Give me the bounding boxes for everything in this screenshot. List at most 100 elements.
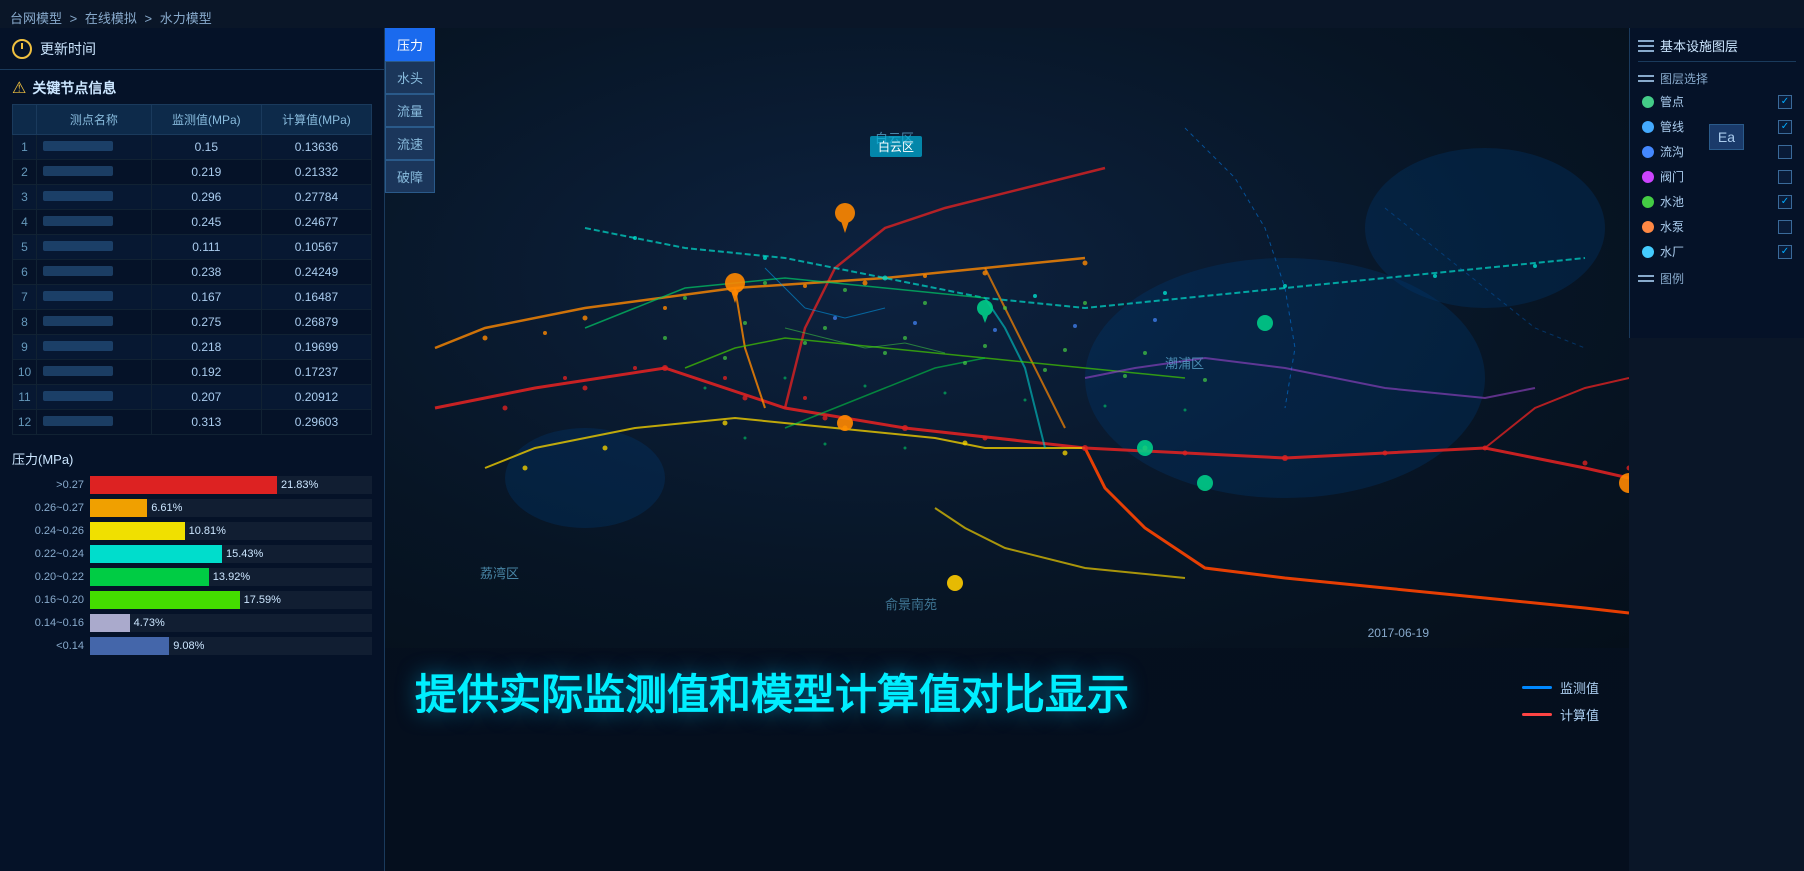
table-header-name: 测点名称	[37, 105, 152, 135]
map-date: 2017-06-19	[1368, 626, 1429, 640]
layer-item-3[interactable]: 阀门	[1638, 166, 1796, 187]
map-tab-1[interactable]: 水头	[385, 61, 435, 94]
layer-checkbox[interactable]	[1778, 120, 1792, 134]
bar-value: 4.73%	[134, 617, 422, 629]
bar-fill	[90, 568, 209, 586]
hamburger-line-2	[1638, 45, 1654, 47]
table-row: 4 0.245 0.24677	[13, 210, 372, 235]
key-nodes-title: 关键节点信息	[32, 78, 116, 98]
layer-item-label: 水池	[1660, 193, 1684, 210]
bar-row: 0.14~0.16 4.73%	[12, 614, 372, 632]
row-calculated: 0.10567	[261, 235, 371, 260]
row-calculated: 0.24677	[261, 210, 371, 235]
bar-label: <0.14	[12, 640, 84, 652]
map-tab-0[interactable]: 压力	[385, 28, 435, 61]
map-area[interactable]: 白云区 潮浦区 荔湾区 俞景南苑 白云区 2017-06-19	[385, 28, 1629, 648]
row-id: 12	[13, 410, 37, 435]
layer-selection-label: 图层选择	[1660, 70, 1708, 87]
breadcrumb-item-3[interactable]: 水力模型	[160, 11, 212, 26]
row-name	[37, 185, 152, 210]
map-tab-3[interactable]: 流速	[385, 127, 435, 160]
row-measured: 0.245	[151, 210, 261, 235]
legend-line-calculated	[1522, 713, 1552, 716]
bar-label: 0.14~0.16	[12, 617, 84, 629]
bar-row: 0.16~0.20 17.59%	[12, 591, 372, 609]
legend-section: 图例	[1638, 270, 1796, 287]
row-measured: 0.207	[151, 385, 261, 410]
bottom-legend: 监测值 计算值	[1522, 678, 1599, 724]
bar-label: 0.20~0.22	[12, 571, 84, 583]
layer-checkbox[interactable]	[1778, 145, 1792, 159]
layer-dot	[1642, 246, 1654, 258]
layer-checkbox[interactable]	[1778, 95, 1792, 109]
row-calculated: 0.29603	[261, 410, 371, 435]
row-name	[37, 160, 152, 185]
row-id: 2	[13, 160, 37, 185]
layer-dot	[1642, 196, 1654, 208]
bar-fill	[90, 614, 130, 632]
layer-item-5[interactable]: 水泵	[1638, 216, 1796, 237]
row-calculated: 0.24249	[261, 260, 371, 285]
hamburger-line-3	[1638, 50, 1654, 52]
breadcrumb-item-2[interactable]: 在线模拟	[85, 11, 137, 26]
breadcrumb: 台网模型 > 在线模拟 > 水力模型	[10, 8, 212, 27]
table-row: 5 0.111 0.10567	[13, 235, 372, 260]
row-name	[37, 235, 152, 260]
row-measured: 0.167	[151, 285, 261, 310]
layer-checkbox[interactable]	[1778, 245, 1792, 259]
bar-label: 0.26~0.27	[12, 502, 84, 514]
layer-item-6[interactable]: 水厂	[1638, 241, 1796, 262]
map-tab-2[interactable]: 流量	[385, 94, 435, 127]
layer-checkbox[interactable]	[1778, 195, 1792, 209]
map-tab-4[interactable]: 破障	[385, 160, 435, 193]
bar-container: 15.43%	[90, 545, 372, 563]
bar-row: 0.24~0.26 10.81%	[12, 522, 372, 540]
layer-item-0[interactable]: 管点	[1638, 91, 1796, 112]
layer-panel-header: 基本设施图层	[1638, 36, 1796, 62]
row-name	[37, 360, 152, 385]
map-background: 白云区 潮浦区 荔湾区 俞景南苑 白云区 2017-06-19	[385, 28, 1629, 648]
row-id: 10	[13, 360, 37, 385]
layer-selection-header: 图层选择	[1638, 70, 1796, 87]
bar-label: >0.27	[12, 479, 84, 491]
legend-section-header: 图例	[1638, 270, 1796, 287]
layer-section-icon	[1638, 75, 1654, 82]
pressure-section: 压力(MPa) >0.27 21.83% 0.26~0.27 6.61% 0.2…	[0, 439, 384, 871]
legend-item-calculated: 计算值	[1522, 705, 1599, 724]
table-row: 9 0.218 0.19699	[13, 335, 372, 360]
bar-container: 13.92%	[90, 568, 372, 586]
layer-item-left: 水泵	[1642, 218, 1684, 235]
layer-panel: 基本设施图层 图层选择 管点 管线 流沟	[1629, 28, 1804, 338]
layer-item-4[interactable]: 水池	[1638, 191, 1796, 212]
bar-container: 4.73%	[90, 614, 372, 632]
hs-line-1	[1638, 75, 1654, 77]
legend-label: 图例	[1660, 270, 1684, 287]
row-measured: 0.219	[151, 160, 261, 185]
table-row: 10 0.192 0.17237	[13, 360, 372, 385]
layer-checkbox[interactable]	[1778, 170, 1792, 184]
bar-fill	[90, 591, 240, 609]
map-tabs: 压力水头流量流速破障	[385, 28, 435, 193]
row-measured: 0.313	[151, 410, 261, 435]
bar-container: 6.61%	[90, 499, 372, 517]
layer-dot	[1642, 146, 1654, 158]
legend-item-measured: 监测值	[1522, 678, 1599, 697]
row-id: 1	[13, 135, 37, 160]
nodes-table: 测点名称 监测值(MPa) 计算值(MPa) 1 0.15 0.13636 2 …	[12, 104, 372, 435]
bar-row: >0.27 21.83%	[12, 476, 372, 494]
row-measured: 0.192	[151, 360, 261, 385]
bar-row: 0.22~0.24 15.43%	[12, 545, 372, 563]
bottom-overlay: 提供实际监测值和模型计算值对比显示 监测值 计算值	[385, 648, 1629, 871]
breadcrumb-item-1[interactable]: 台网模型	[10, 11, 62, 26]
bar-label: 0.24~0.26	[12, 525, 84, 537]
row-measured: 0.275	[151, 310, 261, 335]
baiyun-badge: 白云区	[870, 136, 922, 157]
ea-badge: Ea	[1709, 124, 1744, 150]
row-calculated: 0.17237	[261, 360, 371, 385]
layer-items-list: 管点 管线 流沟 阀门 水池	[1638, 91, 1796, 262]
table-header-measured: 监测值(MPa)	[151, 105, 261, 135]
row-name	[37, 410, 152, 435]
layer-dot	[1642, 221, 1654, 233]
layer-checkbox[interactable]	[1778, 220, 1792, 234]
row-id: 7	[13, 285, 37, 310]
